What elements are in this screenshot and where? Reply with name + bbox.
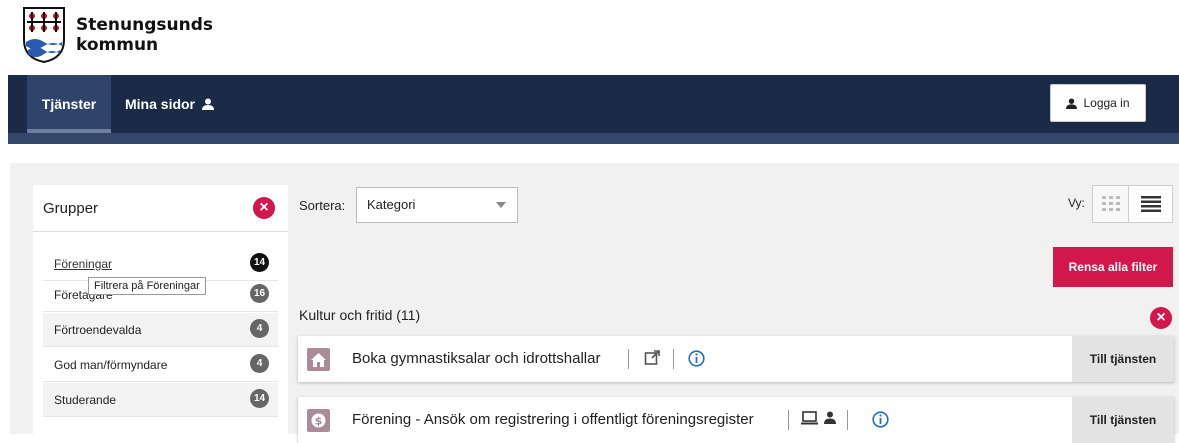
groups-sidebar: Grupper × Föreningar 14 Företagare 16 Fö… (33, 185, 288, 434)
municipality-logo[interactable]: Stenungsunds kommun (22, 6, 213, 64)
home-icon (307, 348, 330, 371)
category-title: Kultur och fritid (11) (299, 307, 421, 323)
sidebar-item-fortroendevalda[interactable]: Förtroendevalda 4 (43, 313, 278, 347)
user-icon (1066, 97, 1078, 109)
service-item: $ Förening - Ansök om registrering i off… (298, 397, 1174, 443)
list-icon (1140, 196, 1161, 212)
count-badge: 4 (250, 354, 269, 373)
svg-text:$: $ (315, 415, 323, 428)
nav-tab-mina-sidor[interactable]: Mina sidor (125, 75, 214, 133)
count-badge: 14 (250, 389, 269, 408)
view-label: Vy: (1068, 196, 1085, 210)
municipality-name-line1: Stenungsunds (76, 15, 213, 35)
nav-tab-mina-sidor-label: Mina sidor (125, 96, 196, 112)
info-icon[interactable] (872, 411, 889, 428)
service-title[interactable]: Boka gymnastiksalar och idrottshallar (352, 350, 600, 367)
divider (628, 349, 629, 369)
main-navigation: Tjänster Mina sidor (8, 75, 1179, 133)
sidebar-item-studerande[interactable]: Studerande 14 (43, 383, 278, 417)
external-link-icon (644, 350, 660, 365)
divider (788, 410, 789, 430)
sort-select[interactable]: Kategori (356, 187, 518, 223)
nav-underline-strip (8, 133, 1179, 144)
sidebar-item-label: Studerande (54, 393, 117, 407)
clear-all-filters-button[interactable]: Rensa alla filter (1053, 247, 1173, 287)
sort-selected-value: Kategori (367, 197, 416, 212)
sidebar-item-label: God man/förmyndare (54, 358, 168, 372)
count-badge: 4 (250, 319, 269, 338)
municipality-name-line2: kommun (76, 35, 159, 55)
grid-view-button[interactable] (1092, 185, 1129, 223)
municipality-name: Stenungsunds kommun (76, 15, 213, 55)
info-icon[interactable] (688, 350, 705, 367)
nav-tab-tjanster[interactable]: Tjänster (27, 75, 111, 133)
sidebar-item-label: Föreningar (54, 257, 113, 271)
top-header: Stenungsunds kommun (0, 0, 1179, 75)
sidebar-item-foreningar[interactable]: Föreningar 14 (43, 247, 278, 281)
coat-of-arms-icon (23, 7, 65, 64)
divider (847, 410, 848, 430)
login-label: Logga in (1083, 96, 1130, 110)
user-icon (201, 98, 214, 110)
close-category-button[interactable]: × (1150, 307, 1172, 329)
count-badge: 14 (250, 253, 269, 272)
till-tjansten-button[interactable]: Till tjänsten (1072, 397, 1174, 443)
sidebar-item-god-man[interactable]: God man/förmyndare 4 (43, 348, 278, 382)
user-icon (824, 411, 836, 424)
divider (673, 349, 674, 369)
login-button[interactable]: Logga in (1050, 84, 1146, 122)
sidebar-item-label: Förtroendevalda (54, 323, 142, 337)
list-view-button[interactable] (1128, 185, 1173, 223)
sort-label: Sortera: (299, 198, 346, 213)
grid-icon (1101, 196, 1120, 211)
count-badge: 16 (250, 284, 269, 303)
money-icon: $ (307, 409, 330, 432)
service-title[interactable]: Förening - Ansök om registrering i offen… (352, 411, 754, 428)
chevron-down-icon (496, 202, 506, 208)
filter-tooltip: Filtrera på Föreningar (88, 277, 206, 295)
sidebar-title: Grupper (43, 200, 99, 217)
service-item: Boka gymnastiksalar och idrottshallar Ti… (298, 336, 1174, 382)
computer-icon (801, 411, 818, 425)
sidebar-header: Grupper × (33, 185, 288, 232)
till-tjansten-button[interactable]: Till tjänsten (1072, 336, 1174, 382)
close-groups-button[interactable]: × (253, 197, 275, 219)
